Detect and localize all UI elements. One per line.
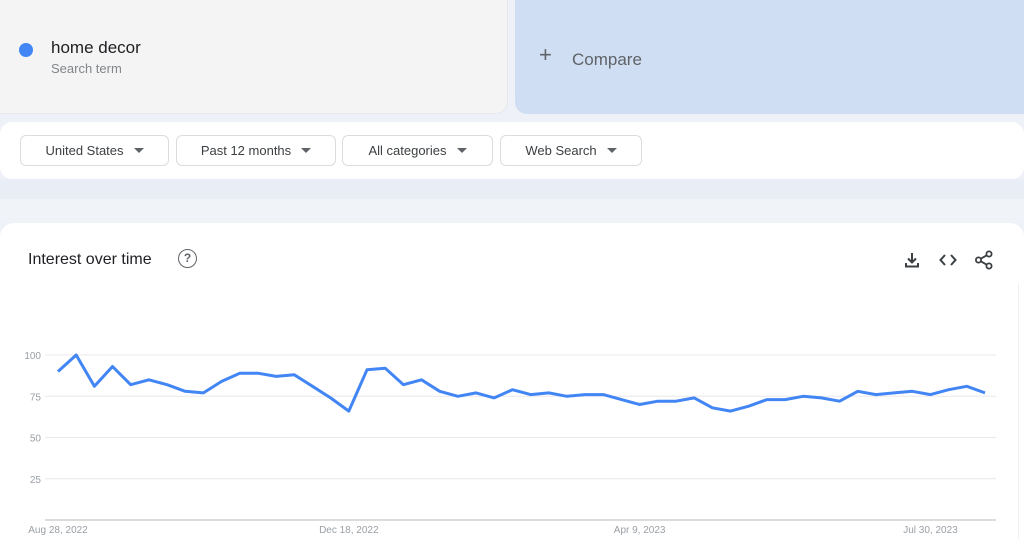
search-term-subtitle: Search term — [51, 61, 122, 76]
data-point[interactable] — [853, 386, 863, 396]
data-point[interactable] — [798, 391, 808, 401]
search-term-title[interactable]: home decor — [51, 38, 141, 58]
data-point[interactable] — [707, 403, 717, 413]
data-point[interactable] — [962, 381, 972, 391]
x-tick-label: Dec 18, 2022 — [319, 525, 379, 536]
data-point[interactable] — [417, 375, 427, 385]
data-point[interactable] — [307, 381, 317, 391]
series-line-home-decor[interactable] — [56, 353, 986, 413]
data-point[interactable] — [835, 396, 845, 406]
data-point[interactable] — [435, 386, 445, 396]
data-point[interactable] — [326, 393, 336, 403]
data-point[interactable] — [526, 390, 536, 400]
data-point[interactable] — [398, 380, 408, 390]
data-point[interactable] — [744, 401, 754, 411]
data-point[interactable] — [53, 367, 63, 377]
y-tick-label: 25 — [30, 475, 42, 486]
compare-button[interactable]: + Compare — [515, 0, 1024, 114]
data-point[interactable] — [580, 390, 590, 400]
filter-time-label: Past 12 months — [200, 143, 292, 158]
data-point[interactable] — [544, 388, 554, 398]
data-point[interactable] — [598, 390, 608, 400]
y-tick-label: 50 — [30, 434, 42, 445]
data-point[interactable] — [253, 368, 263, 378]
data-point[interactable] — [671, 396, 681, 406]
data-point[interactable] — [816, 393, 826, 403]
dropdown-caret-icon — [301, 148, 312, 153]
data-point[interactable] — [635, 400, 645, 410]
data-point[interactable] — [108, 362, 118, 372]
data-point[interactable] — [235, 368, 245, 378]
data-point[interactable] — [907, 386, 917, 396]
data-point[interactable] — [689, 393, 699, 403]
data-point[interactable] — [980, 388, 990, 398]
data-point[interactable] — [271, 371, 281, 381]
data-point[interactable] — [89, 381, 99, 391]
interest-over-time-panel: Interest over time ? 25 50 75 100 Aug 28, 2… — [0, 223, 1024, 539]
data-point[interactable] — [289, 370, 299, 380]
data-point[interactable] — [144, 375, 154, 385]
panel-edge — [1018, 283, 1024, 539]
y-tick-label: 100 — [24, 351, 41, 362]
data-point[interactable] — [871, 390, 881, 400]
data-point[interactable] — [198, 388, 208, 398]
compare-label: Compare — [572, 50, 642, 69]
x-tick-label: Jul 30, 2023 — [903, 525, 958, 536]
data-point[interactable] — [925, 390, 935, 400]
section-divider-light — [0, 199, 1024, 223]
data-point[interactable] — [889, 388, 899, 398]
data-point[interactable] — [162, 380, 172, 390]
data-point[interactable] — [507, 385, 517, 395]
filter-search-type-dropdown[interactable]: Web Search — [500, 135, 642, 166]
data-point[interactable] — [780, 395, 790, 405]
filter-bar: United States Past 12 months All categor… — [0, 122, 1024, 179]
data-point[interactable] — [71, 350, 81, 360]
data-point[interactable] — [726, 406, 736, 416]
interest-line-chart[interactable]: 25 50 75 100 Aug 28, 2022 Dec 18, 2022 Apr 9,… — [0, 223, 1024, 539]
filter-region-dropdown[interactable]: United States — [20, 135, 169, 166]
x-tick-label: Apr 9, 2023 — [614, 525, 666, 536]
data-point[interactable] — [344, 406, 354, 416]
data-point[interactable] — [562, 391, 572, 401]
data-point[interactable] — [489, 393, 499, 403]
dropdown-caret-icon — [606, 148, 617, 153]
data-point[interactable] — [944, 385, 954, 395]
data-point[interactable] — [616, 395, 626, 405]
filter-region-label: United States — [45, 143, 124, 158]
section-divider — [0, 179, 1024, 199]
y-tick-label: 75 — [30, 392, 42, 403]
filter-time-dropdown[interactable]: Past 12 months — [176, 135, 336, 166]
search-term-card[interactable]: home decor Search term — [0, 0, 508, 114]
series-color-dot — [19, 43, 33, 57]
data-point[interactable] — [471, 388, 481, 398]
plus-icon: + — [539, 42, 552, 67]
dropdown-caret-icon — [456, 148, 467, 153]
x-tick-label: Aug 28, 2022 — [28, 525, 88, 536]
data-point[interactable] — [453, 391, 463, 401]
filter-category-dropdown[interactable]: All categories — [342, 135, 493, 166]
data-point[interactable] — [126, 380, 136, 390]
dropdown-caret-icon — [133, 148, 144, 153]
filter-category-label: All categories — [368, 143, 447, 158]
data-point[interactable] — [180, 386, 190, 396]
data-point[interactable] — [362, 365, 372, 375]
data-point[interactable] — [217, 376, 227, 386]
data-point[interactable] — [653, 396, 663, 406]
data-point[interactable] — [380, 363, 390, 373]
data-point[interactable] — [762, 395, 772, 405]
filter-search-type-label: Web Search — [525, 143, 597, 158]
